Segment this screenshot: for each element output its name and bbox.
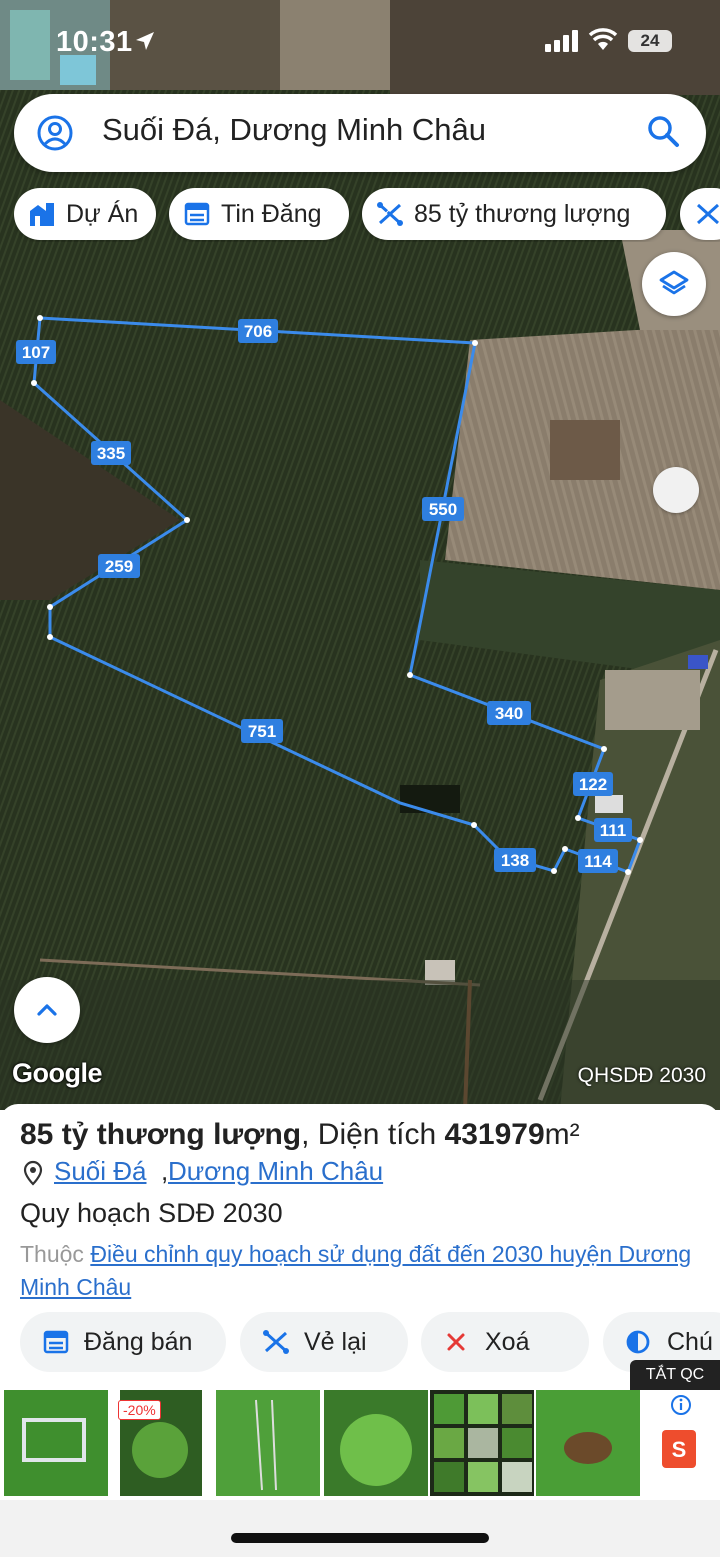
search-bar[interactable]: Suối Đá, Dương Minh Châu bbox=[14, 94, 706, 172]
edge-label: 340 bbox=[487, 701, 531, 725]
redraw-button[interactable]: Vẻ lại bbox=[240, 1312, 408, 1372]
edge-label: 335 bbox=[91, 441, 131, 465]
map-view[interactable]: 706 107 335 550 259 751 340 122 111 138 … bbox=[0, 0, 720, 1110]
plan-title: Quy hoạch SDĐ 2030 bbox=[20, 1198, 283, 1228]
polygon-draw-icon bbox=[696, 203, 720, 225]
polygon-draw-icon bbox=[263, 1330, 289, 1354]
layers-button[interactable] bbox=[642, 252, 706, 316]
building-icon bbox=[30, 203, 54, 226]
edge-label: 122 bbox=[573, 772, 613, 796]
close-ad-button[interactable]: TẮT QC bbox=[630, 1360, 720, 1390]
listing-sheet: 85 tỷ thương lượng, Diện tích 431979m² S… bbox=[0, 1104, 720, 1390]
wifi-icon bbox=[588, 28, 618, 50]
calendar-list-icon bbox=[43, 1330, 69, 1354]
status-time: 10:31 bbox=[56, 26, 133, 58]
ad-banner[interactable]: TẮT QC -20% S bbox=[0, 1360, 720, 1500]
svg-text:550: 550 bbox=[429, 500, 457, 519]
expand-up-button[interactable] bbox=[14, 977, 80, 1043]
floating-handle[interactable] bbox=[653, 467, 699, 513]
edge-label: 138 bbox=[494, 848, 536, 872]
action-row: Đăng bán Vẻ lại Xoá Chú bbox=[20, 1312, 720, 1372]
svg-text:751: 751 bbox=[248, 722, 276, 741]
ad-product-image[interactable] bbox=[4, 1390, 108, 1496]
svg-text:107: 107 bbox=[22, 343, 50, 362]
home-indicator-area bbox=[0, 1500, 720, 1557]
listing-headline: 85 tỷ thương lượng, Diện tích 431979m² bbox=[20, 1118, 580, 1151]
filter-chips: Dự Án Tin Đăng 85 tỷ thương lượng bbox=[14, 188, 720, 242]
status-bar: 10:31 24 bbox=[0, 22, 720, 62]
location-commune-link[interactable]: Suối Đá bbox=[54, 1156, 147, 1187]
location-district-link[interactable]: Dương Minh Châu bbox=[168, 1156, 383, 1187]
ad-product-image[interactable] bbox=[536, 1390, 640, 1496]
delete-button[interactable]: Xoá bbox=[421, 1312, 589, 1372]
area-label: Diện tích bbox=[317, 1118, 437, 1151]
svg-text:114: 114 bbox=[584, 852, 612, 871]
cell-signal-icon bbox=[545, 30, 578, 52]
chip-more[interactable] bbox=[680, 188, 720, 240]
google-attribution: Google bbox=[12, 1058, 103, 1088]
layer-tag: QHSDĐ 2030 bbox=[577, 1064, 706, 1087]
post-sale-button[interactable]: Đăng bán bbox=[20, 1312, 226, 1372]
search-icon[interactable] bbox=[646, 114, 682, 150]
layers-icon bbox=[659, 270, 689, 295]
home-indicator[interactable] bbox=[231, 1533, 489, 1543]
chevron-up-icon bbox=[37, 1004, 57, 1016]
battery-indicator: 24 bbox=[628, 30, 672, 52]
svg-text:259: 259 bbox=[105, 557, 133, 576]
edge-label: 114 bbox=[578, 849, 618, 873]
edge-label: 259 bbox=[98, 554, 140, 578]
discount-badge: -20% bbox=[118, 1400, 161, 1420]
chip-price[interactable]: 85 tỷ thương lượng bbox=[362, 188, 666, 240]
area-value: 431979 bbox=[444, 1118, 545, 1151]
search-input[interactable]: Suối Đá, Dương Minh Châu bbox=[102, 112, 486, 148]
svg-text:111: 111 bbox=[600, 821, 627, 840]
plan-source: Thuộc Điều chỉnh quy hoạch sử dụng đất đ… bbox=[20, 1241, 692, 1300]
calendar-list-icon bbox=[184, 202, 210, 226]
user-circle-icon[interactable] bbox=[36, 114, 74, 152]
plan-source-link[interactable]: Điều chỉnh quy hoạch sử dụng đất đến 203… bbox=[20, 1241, 691, 1300]
shopee-logo-icon[interactable]: S bbox=[662, 1430, 696, 1468]
svg-text:122: 122 bbox=[579, 775, 607, 794]
svg-text:706: 706 bbox=[244, 322, 272, 341]
ad-product-image[interactable] bbox=[216, 1390, 320, 1496]
listing-price: 85 tỷ thương lượng bbox=[20, 1118, 302, 1151]
location-pin-icon bbox=[23, 1160, 43, 1186]
chip-tin-dang[interactable]: Tin Đăng bbox=[169, 188, 349, 240]
contrast-icon bbox=[626, 1330, 650, 1354]
close-icon bbox=[447, 1333, 465, 1351]
info-icon[interactable] bbox=[670, 1394, 692, 1416]
edge-label: 706 bbox=[238, 319, 278, 343]
edge-label: 111 bbox=[594, 818, 632, 842]
edge-label: 550 bbox=[422, 497, 464, 521]
chip-du-an[interactable]: Dự Án bbox=[14, 188, 156, 240]
polygon-draw-icon bbox=[377, 202, 403, 226]
edge-label: 107 bbox=[16, 340, 56, 364]
area-unit: m² bbox=[544, 1118, 580, 1151]
ad-product-image[interactable] bbox=[324, 1390, 428, 1496]
svg-text:138: 138 bbox=[501, 851, 529, 870]
edge-label: 751 bbox=[241, 719, 283, 743]
ad-product-image[interactable] bbox=[430, 1390, 534, 1496]
svg-text:335: 335 bbox=[97, 444, 125, 463]
svg-text:340: 340 bbox=[495, 704, 523, 723]
location-arrow-icon bbox=[136, 32, 154, 50]
